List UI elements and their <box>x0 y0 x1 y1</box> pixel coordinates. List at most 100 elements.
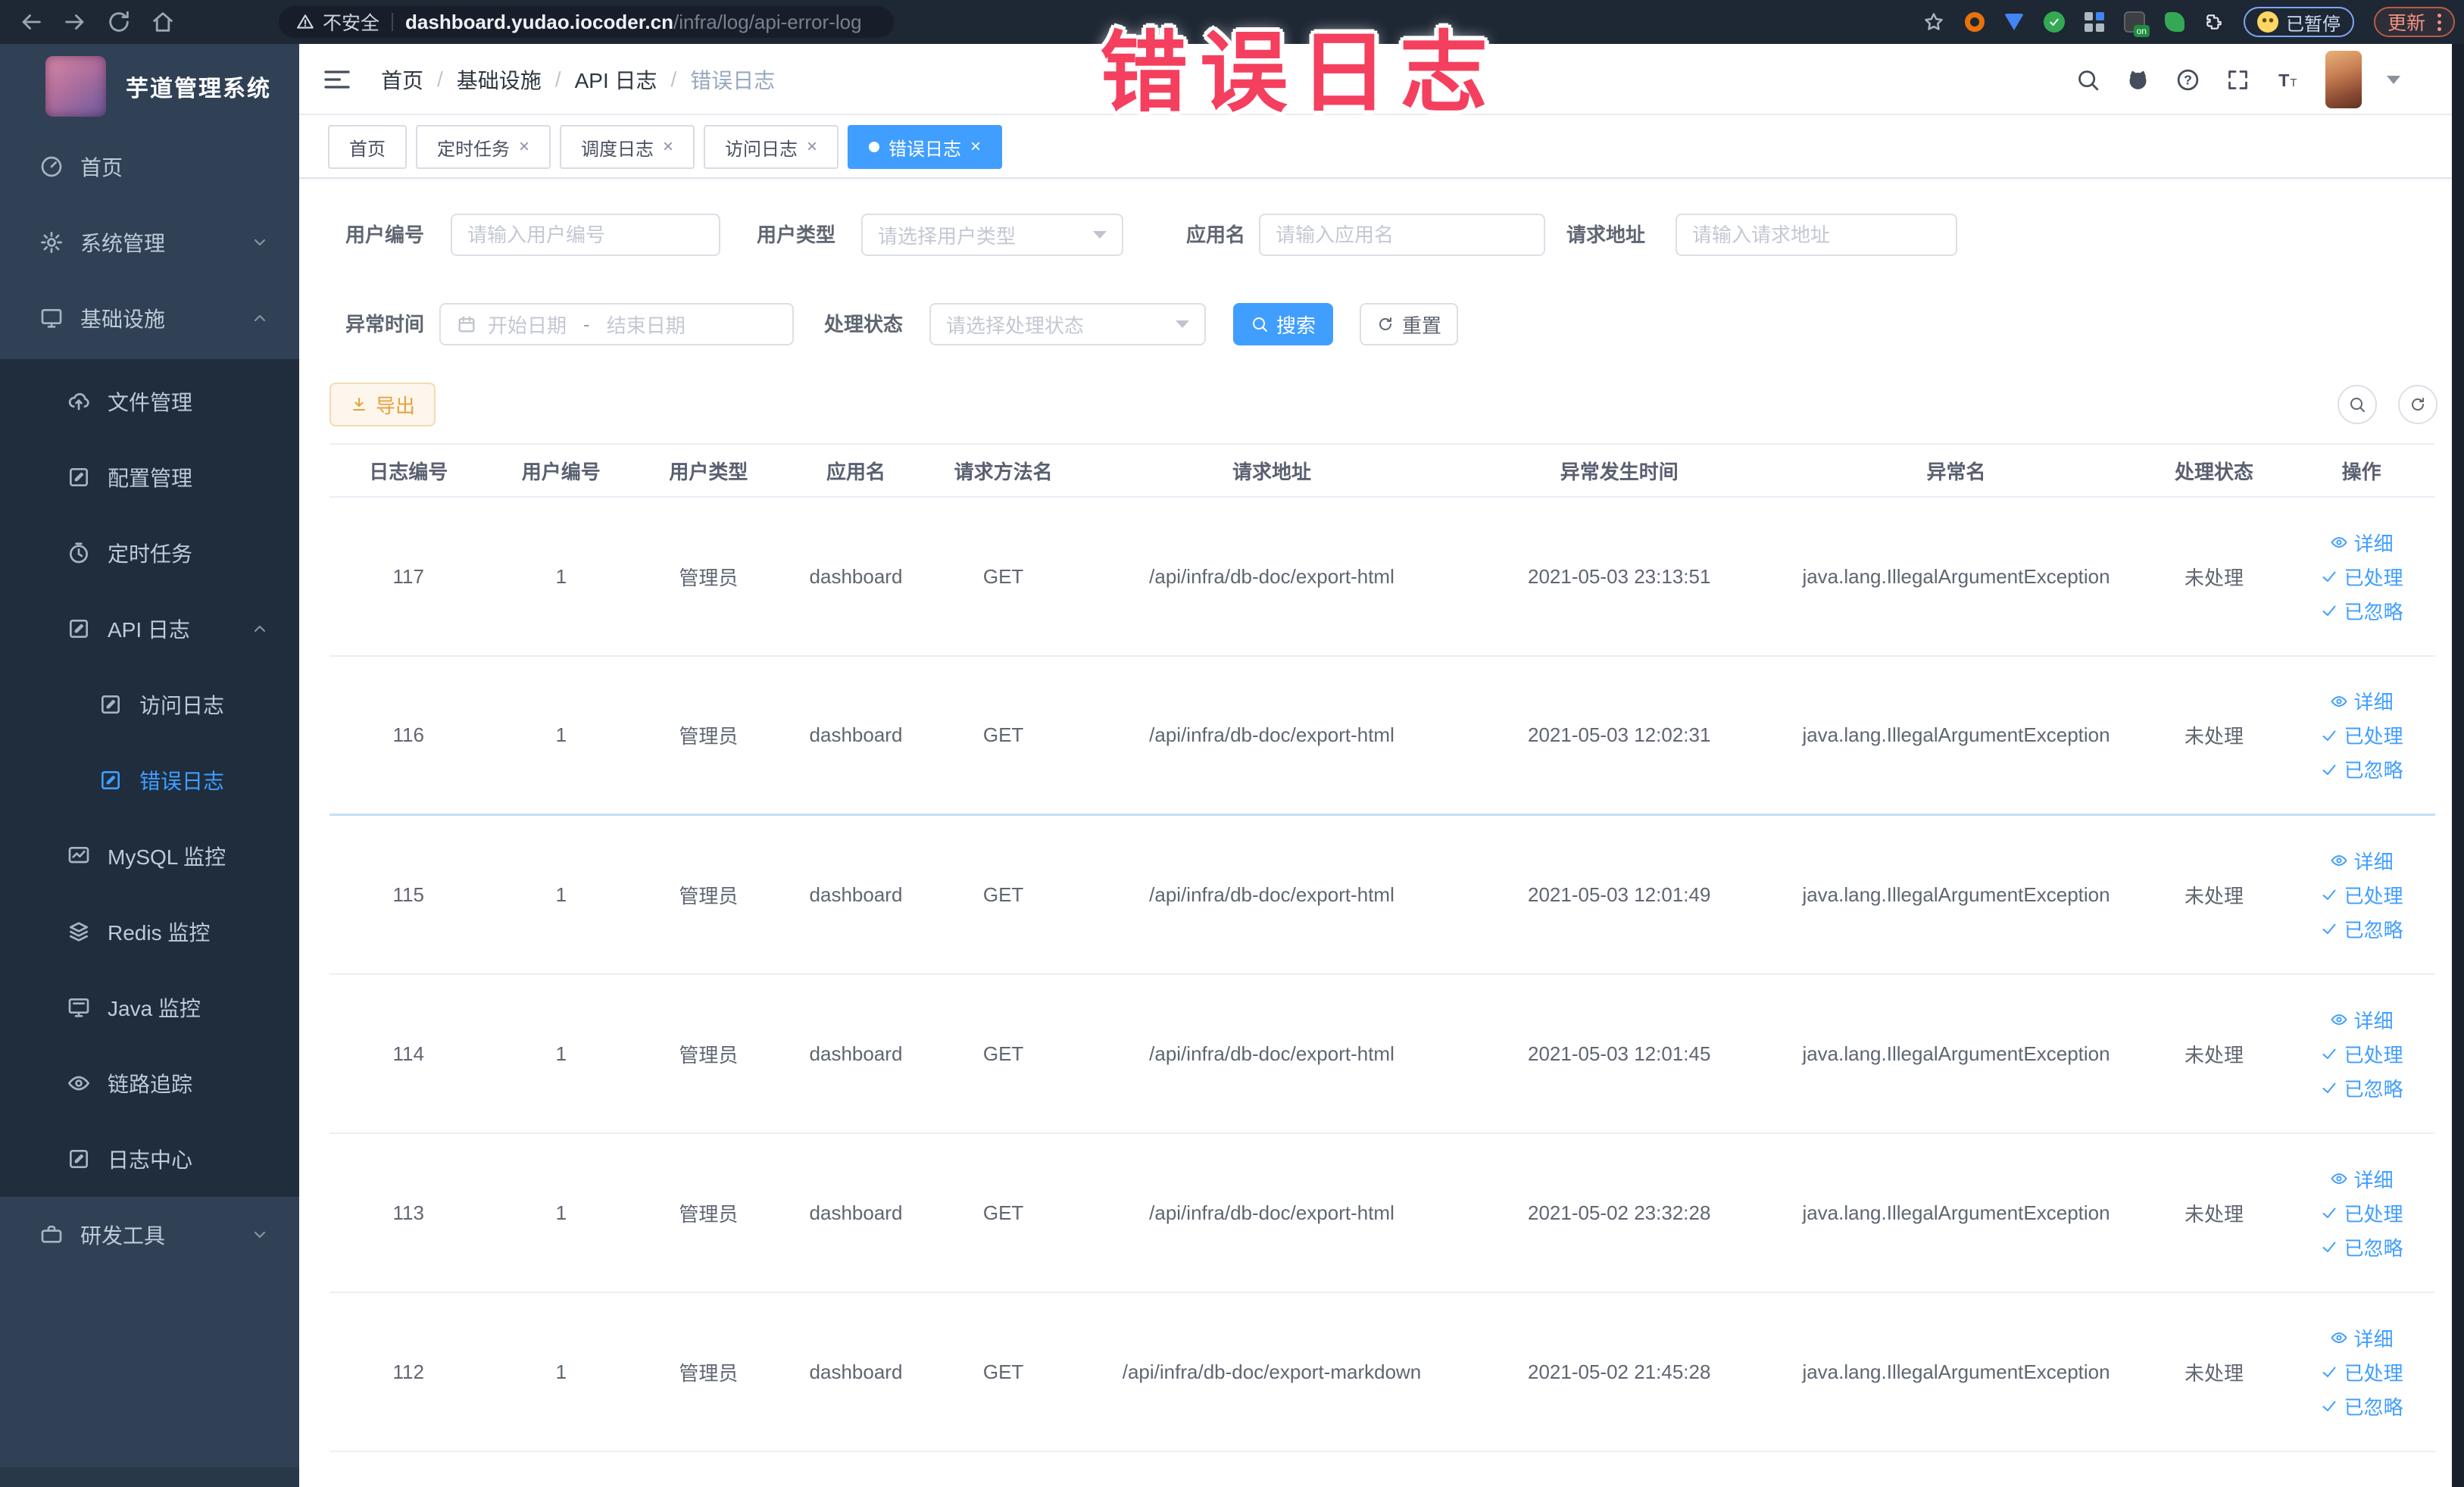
paused-extension-pill[interactable]: 已暂停 <box>2243 7 2354 37</box>
sidebar-item-config-management[interactable]: 配置管理 <box>0 439 299 515</box>
sidebar-item-infrastructure[interactable]: 基础设施 <box>0 280 299 356</box>
address-divider <box>392 13 394 31</box>
processed-link[interactable]: 已处理 <box>2320 881 2403 909</box>
address-bar[interactable]: 不安全 dashboard.yudao.iocoder.cn /infra/lo… <box>279 6 894 38</box>
app-logo: 芋道管理系统 <box>0 44 299 129</box>
processed-link[interactable]: 已处理 <box>2320 1358 2403 1386</box>
close-icon[interactable]: × <box>663 138 673 156</box>
request-url-field[interactable] <box>1675 214 1957 256</box>
tab-home[interactable]: 首页 <box>328 125 407 169</box>
url-path[interactable]: /infra/log/api-error-log <box>673 11 862 34</box>
breadcrumb-home[interactable]: 首页 <box>381 64 423 95</box>
extension-icon-green-check[interactable] <box>2043 11 2065 33</box>
cell-actions: 详细 已处理 已忽略 <box>2288 1165 2435 1261</box>
url-domain[interactable]: dashboard.yudao.iocoder.cn <box>405 11 673 34</box>
extension-icon-grid[interactable] <box>2084 12 2104 32</box>
tab-access-log[interactable]: 访问日志 × <box>704 125 839 169</box>
tab-error-log[interactable]: 错误日志 × <box>848 125 1003 169</box>
cell-request-url: /api/infra/db-doc/export-html <box>1149 883 1394 906</box>
processed-link[interactable]: 已处理 <box>2320 1199 2403 1227</box>
cell-request-url: /api/infra/db-doc/export-html <box>1149 1042 1394 1065</box>
breadcrumb-infrastructure[interactable]: 基础设施 <box>457 64 542 95</box>
detail-link[interactable]: 详细 <box>2330 847 2394 875</box>
sidebar-item-access-log[interactable]: 访问日志 <box>0 667 299 742</box>
ignored-link[interactable]: 已忽略 <box>2320 1392 2403 1420</box>
detail-link[interactable]: 详细 <box>2330 1006 2394 1034</box>
sidebar-item-mysql-monitor[interactable]: MySQL 监控 <box>0 818 299 894</box>
check-icon <box>2322 889 2336 900</box>
home-icon[interactable] <box>150 9 176 35</box>
browser-menu-icon[interactable] <box>2437 13 2441 31</box>
app-name-field[interactable] <box>1259 214 1545 256</box>
help-icon[interactable]: ? <box>2175 67 2200 92</box>
sidebar-item-error-log[interactable]: 错误日志 <box>0 742 299 818</box>
app-name-input[interactable] <box>1276 223 1529 247</box>
extension-icon-blue[interactable] <box>2003 14 2024 30</box>
github-icon[interactable] <box>2125 67 2150 92</box>
sidebar-item-api-log[interactable]: API 日志 <box>0 591 299 667</box>
close-icon[interactable]: × <box>519 138 529 156</box>
extension-icon-dark[interactable]: on <box>2123 11 2150 37</box>
cell-exception-name: java.lang.IllegalArgumentException <box>1802 883 2110 906</box>
exception-time-range-picker[interactable]: 开始日期 - 结束日期 <box>439 303 794 345</box>
sidebar-item-tracing[interactable]: 链路追踪 <box>0 1045 299 1121</box>
check-icon <box>2322 1401 2336 1411</box>
sidebar-item-java-monitor[interactable]: Java 监控 <box>0 970 299 1045</box>
sidebar-item-system-management[interactable]: 系统管理 <box>0 205 299 280</box>
breadcrumb-api-log[interactable]: API 日志 <box>575 64 657 95</box>
tab-scheduled-tasks[interactable]: 定时任务 × <box>416 125 551 169</box>
table-row: 113 1 管理员 dashboard GET /api/infra/db-do… <box>329 1134 2435 1293</box>
detail-link[interactable]: 详细 <box>2330 529 2394 557</box>
user-avatar[interactable] <box>2325 51 2362 108</box>
request-url-input[interactable] <box>1692 223 1941 247</box>
back-icon[interactable] <box>18 9 44 35</box>
end-date-placeholder[interactable]: 结束日期 <box>607 311 685 339</box>
start-date-placeholder[interactable]: 开始日期 <box>488 311 567 339</box>
ignored-link[interactable]: 已忽略 <box>2320 755 2403 783</box>
ignored-link[interactable]: 已忽略 <box>2320 915 2403 943</box>
fullscreen-icon[interactable] <box>2225 67 2250 92</box>
reset-button[interactable]: 重置 <box>1360 303 1458 345</box>
ignored-link[interactable]: 已忽略 <box>2320 597 2403 625</box>
avatar-caret-icon[interactable] <box>2387 75 2400 84</box>
search-icon[interactable] <box>2075 67 2100 92</box>
user-id-input[interactable] <box>467 223 704 247</box>
sidebar-item-log-center[interactable]: 日志中心 <box>0 1121 299 1197</box>
processed-link[interactable]: 已处理 <box>2320 721 2403 749</box>
processed-link[interactable]: 已处理 <box>2320 1040 2403 1068</box>
browser-update-button[interactable]: 更新 <box>2373 7 2455 37</box>
export-button[interactable]: 导出 <box>329 383 436 426</box>
menu-fold-icon[interactable] <box>322 64 352 95</box>
sidebar-item-redis-monitor[interactable]: Redis 监控 <box>0 894 299 970</box>
refresh-table-button[interactable] <box>2398 385 2437 424</box>
ignored-link[interactable]: 已忽略 <box>2320 1074 2403 1102</box>
process-status-select[interactable]: 请选择处理状态 <box>929 303 1206 345</box>
detail-link[interactable]: 详细 <box>2330 1324 2394 1352</box>
sidebar-item-file-management[interactable]: 文件管理 <box>0 364 299 439</box>
extension-icon-orange[interactable] <box>1964 12 1985 32</box>
extensions-puzzle-icon[interactable] <box>2204 12 2224 32</box>
font-size-icon[interactable]: TT <box>2275 67 2300 92</box>
toggle-search-button[interactable] <box>2338 385 2377 424</box>
sidebar-item-scheduled-tasks[interactable]: 定时任务 <box>0 515 299 591</box>
sidebar-item-home[interactable]: 首页 <box>0 129 299 205</box>
close-icon[interactable]: × <box>807 138 817 156</box>
close-icon[interactable]: × <box>970 138 981 156</box>
security-warning-icon[interactable] <box>295 12 315 32</box>
ignored-link[interactable]: 已忽略 <box>2320 1233 2403 1261</box>
processed-link[interactable]: 已处理 <box>2320 563 2403 591</box>
security-label[interactable]: 不安全 <box>323 8 379 36</box>
user-type-select[interactable]: 请选择用户类型 <box>861 214 1123 256</box>
user-id-field[interactable] <box>451 214 720 256</box>
bookmark-star-icon[interactable] <box>1922 11 1945 33</box>
detail-link[interactable]: 详细 <box>2330 1165 2394 1193</box>
reload-icon[interactable] <box>106 9 132 35</box>
scrollbar[interactable] <box>2452 44 2464 1487</box>
tab-schedule-log[interactable]: 调度日志 × <box>560 125 695 169</box>
forward-icon[interactable] <box>62 9 88 35</box>
extension-icon-sprout[interactable] <box>2164 12 2184 32</box>
search-button[interactable]: 搜索 <box>1233 303 1333 345</box>
sidebar-item-dev-tools[interactable]: 研发工具 <box>0 1197 299 1273</box>
chevron-up-icon <box>255 626 265 632</box>
detail-link[interactable]: 详细 <box>2330 687 2394 715</box>
